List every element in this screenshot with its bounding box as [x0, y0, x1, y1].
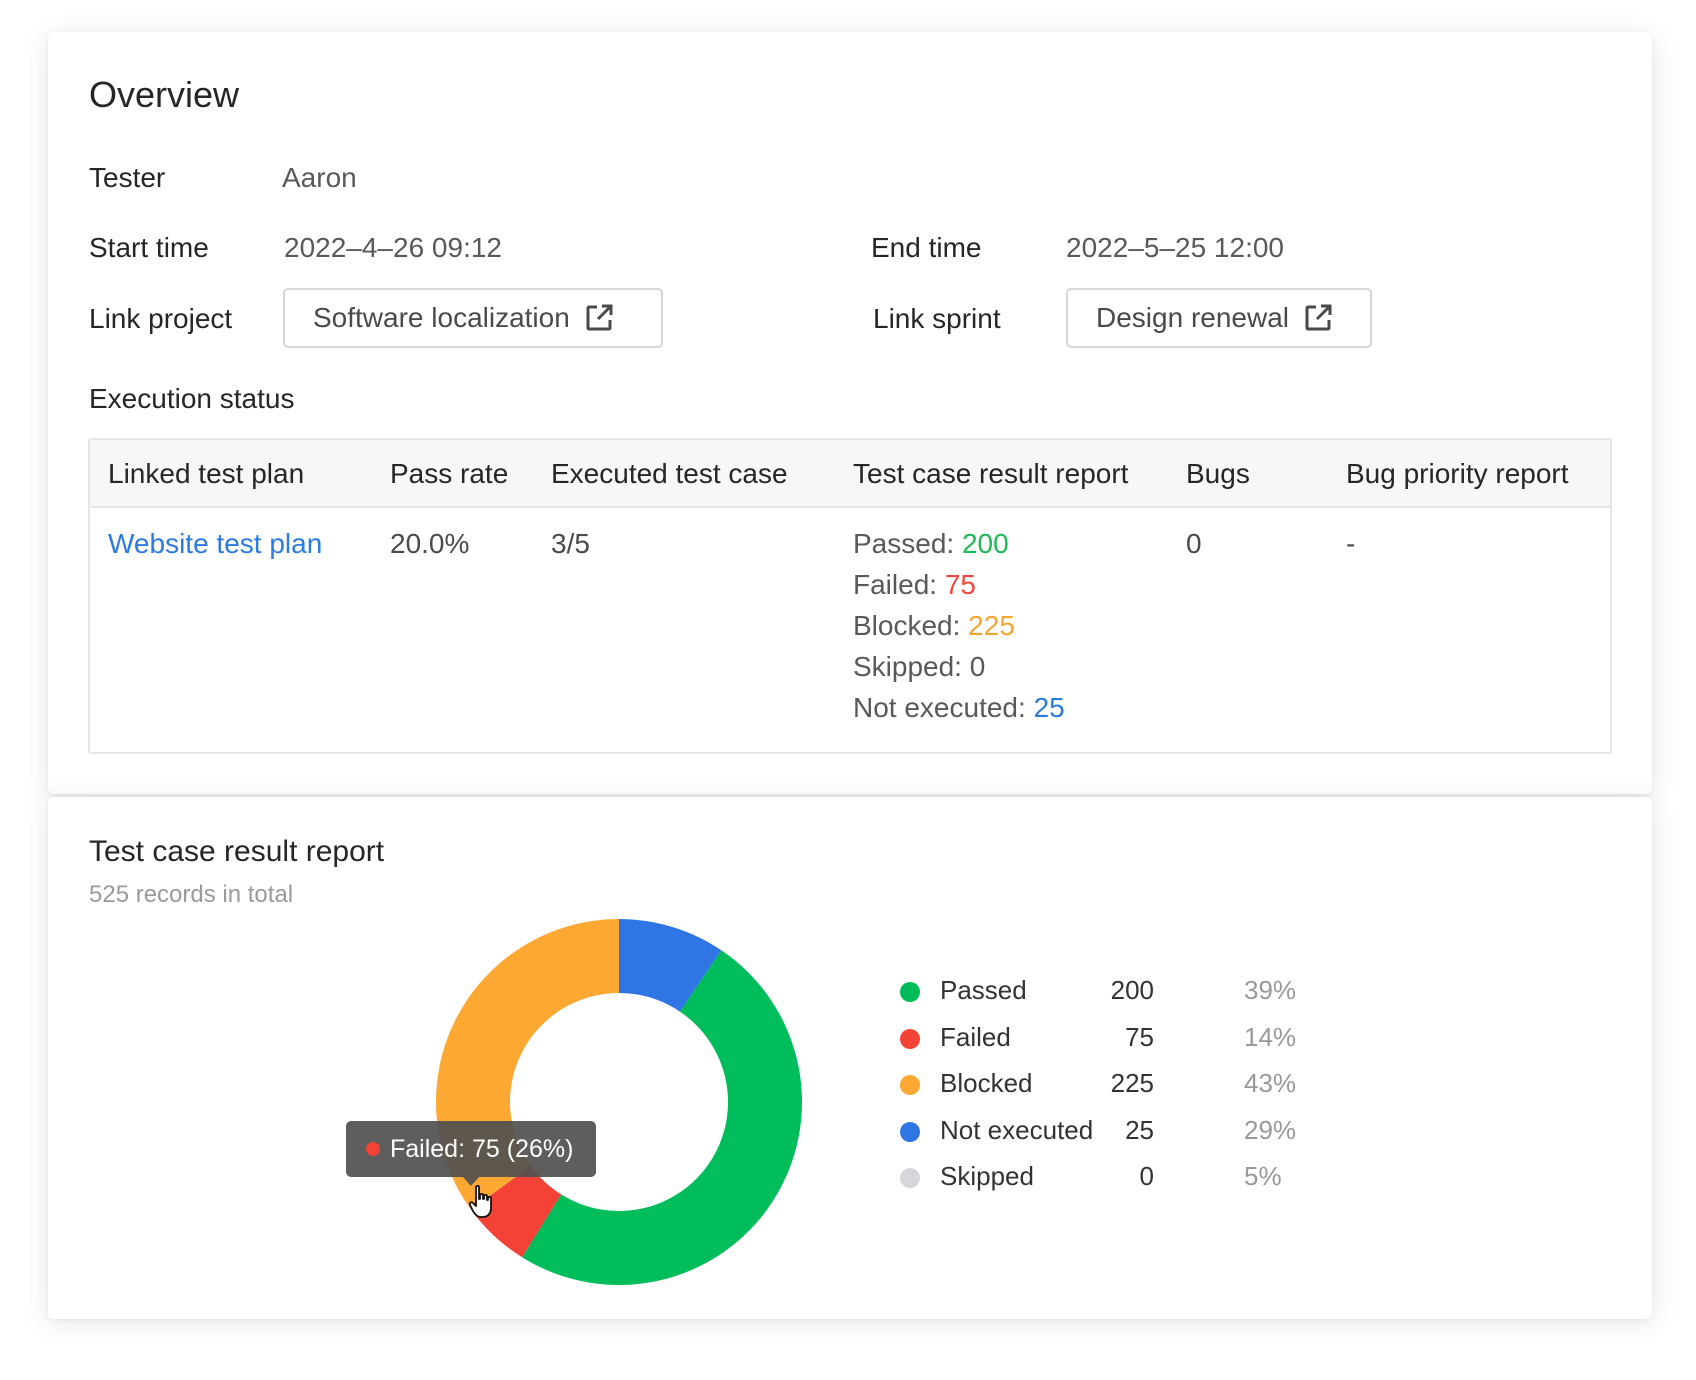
result-line: Passed: 200 [853, 528, 1009, 560]
external-link-icon [1303, 303, 1333, 333]
report-card: Test case result report 525 records in t… [48, 797, 1652, 1319]
header-bugs: Bugs [1186, 458, 1250, 489]
link-project-label: Link project [89, 303, 233, 334]
legend-dot [900, 1121, 920, 1142]
header-linked-test-plan: Linked test plan [108, 458, 305, 489]
legend-label: Passed [940, 975, 1027, 1005]
legend-count: 225 [1110, 1068, 1154, 1098]
result-label: Failed: [853, 569, 945, 600]
hand-cursor-icon [468, 1184, 492, 1218]
result-label: Blocked: [853, 610, 969, 641]
tooltip-text: Failed: 75 (26%) [390, 1134, 574, 1163]
start-time-label: Start time [89, 232, 209, 263]
execution-status-table: Linked test plan Pass rate Executed test… [88, 438, 1612, 754]
result-line: Blocked: 225 [853, 610, 1015, 642]
result-label: Not executed: [853, 692, 1034, 723]
legend-label: Blocked [940, 1068, 1033, 1098]
execution-status-title: Execution status [89, 383, 295, 414]
result-line: Skipped: 0 [853, 651, 985, 683]
link-project-button[interactable]: Software localization [283, 288, 663, 348]
bug-priority-value: - [1346, 528, 1356, 559]
tooltip-dot [366, 1142, 380, 1156]
donut-chart [436, 919, 802, 1285]
legend-label: Not executed [940, 1114, 1094, 1145]
header-pass-rate: Pass rate [390, 458, 509, 489]
chart-tooltip: Failed: 75 (26%) [346, 1121, 596, 1177]
legend-percent: 43% [1244, 1068, 1297, 1098]
legend-label: Skipped [940, 1161, 1034, 1191]
legend-percent: 29% [1244, 1114, 1297, 1145]
report-subtitle: 525 records in total [89, 881, 294, 908]
result-value: 0 [969, 651, 986, 682]
tester-label: Tester [89, 162, 166, 193]
chart-legend: Passed 200 39% Failed 75 14% Blocked 225 43% Not … [900, 973, 1320, 1193]
end-time-value: 2022–5–25 12:00 [1066, 232, 1284, 263]
legend-item-blocked[interactable]: Blocked 225 43% [900, 1066, 1320, 1106]
legend-dot [900, 1075, 920, 1095]
result-label: Passed: [853, 528, 962, 559]
website-test-plan-link[interactable]: Website test plan [108, 528, 322, 559]
legend-count: 200 [1110, 975, 1154, 1005]
result-line: Failed: 75 [853, 569, 976, 601]
link-sprint-label: Link sprint [873, 303, 1001, 334]
result-value: 75 [944, 569, 976, 600]
legend-dot [900, 982, 920, 1002]
link-sprint-text: Design renewal [1096, 302, 1289, 333]
legend-count: 75 [1125, 1021, 1154, 1052]
overview-title: Overview [89, 74, 240, 115]
result-value: 200 [961, 528, 1009, 559]
result-report-cell: Passed: 200 Failed: 75 Blocked: 225 Skipped… [853, 528, 1173, 748]
table-header-row: Linked test plan Pass rate Executed test… [90, 440, 1610, 508]
legend-percent: 14% [1244, 1021, 1297, 1052]
header-test-case-result-report: Test case result report [853, 458, 1129, 489]
tester-value: Aaron [282, 162, 357, 193]
link-project-text: Software localization [313, 302, 570, 333]
legend-item-failed[interactable]: Failed 75 14% [900, 1020, 1320, 1060]
result-line: Not executed: 25 [853, 692, 1065, 724]
legend-dot [900, 1028, 920, 1049]
legend-label: Failed [940, 1021, 1011, 1052]
legend-count: 25 [1125, 1114, 1154, 1145]
bugs-value: 0 [1186, 528, 1202, 559]
legend-count: 0 [1139, 1161, 1154, 1191]
pass-rate-value: 20.0% [390, 528, 470, 559]
legend-item-skipped[interactable]: Skipped 0 5% [900, 1159, 1320, 1199]
legend-percent: 5% [1244, 1161, 1282, 1191]
legend-item-passed[interactable]: Passed 200 39% [900, 973, 1320, 1013]
start-time-value: 2022–4–26 09:12 [284, 232, 502, 263]
link-sprint-button[interactable]: Design renewal [1066, 288, 1372, 348]
end-time-label: End time [871, 232, 982, 263]
legend-dot [900, 1168, 920, 1188]
overview-card: Overview Tester Aaron Start time 2022–4–… [48, 32, 1652, 794]
header-bug-priority-report: Bug priority report [1346, 458, 1569, 489]
executed-value: 3/5 [551, 528, 590, 559]
report-title: Test case result report [89, 835, 385, 868]
result-label: Skipped: [853, 651, 970, 682]
external-link-icon [584, 303, 614, 333]
legend-percent: 39% [1244, 975, 1297, 1005]
result-value: 225 [968, 610, 1015, 641]
result-value: 25 [1033, 692, 1065, 723]
legend-item-not-executed[interactable]: Not executed 25 29% [900, 1113, 1320, 1153]
header-executed-test-case: Executed test case [551, 458, 788, 489]
